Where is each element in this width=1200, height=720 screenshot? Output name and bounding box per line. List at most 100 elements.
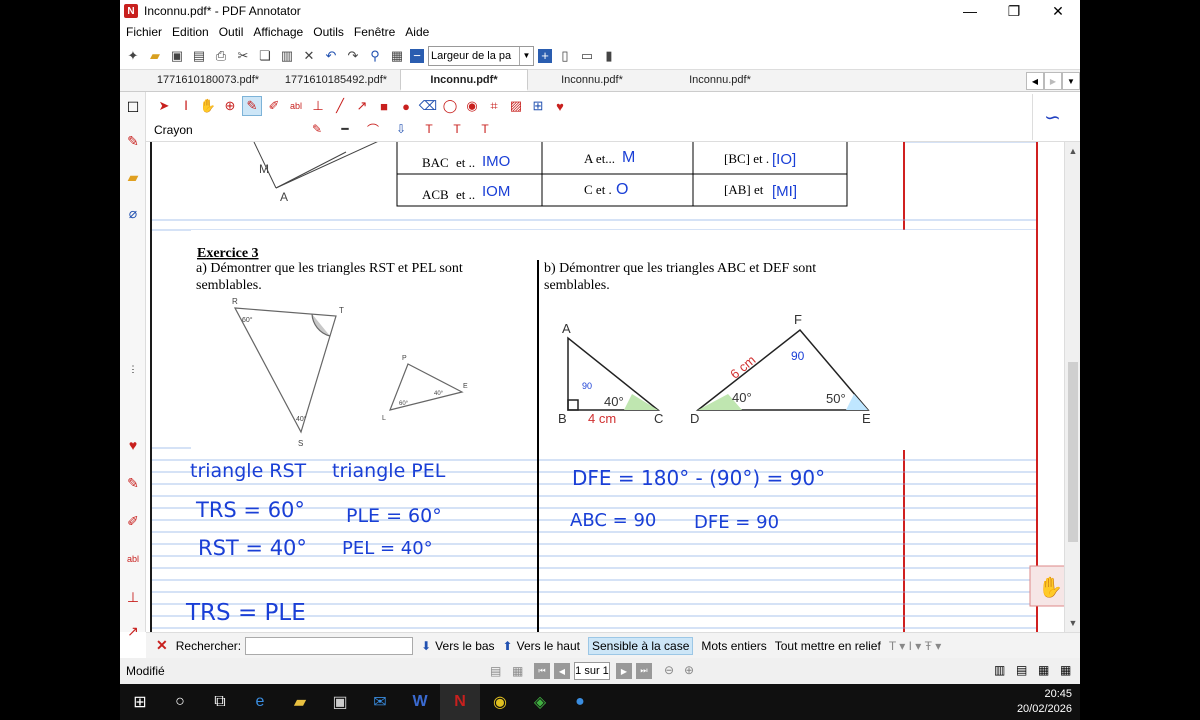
undo-icon[interactable]: ↶ [322, 47, 340, 65]
text-bold-icon[interactable]: T [418, 120, 440, 138]
previous-page-icon[interactable]: ◀ [554, 663, 570, 679]
zoom-select[interactable]: Largeur de la pa ▼ [428, 45, 534, 66]
select-arrow-icon[interactable]: ➤ [154, 96, 174, 116]
windows-start-icon[interactable]: ⊞ [120, 684, 160, 720]
curve-style-icon[interactable]: ⌒ [362, 120, 384, 138]
redo-icon[interactable]: ↷ [344, 47, 362, 65]
minimize-button[interactable]: — [948, 0, 992, 22]
next-page-icon[interactable]: ▶ [616, 663, 632, 679]
typewriter-icon[interactable]: abl [286, 96, 306, 116]
close-search-icon[interactable]: ✕ [156, 637, 168, 654]
attachment-icon[interactable]: ⌀ [124, 204, 142, 222]
pdf-annotator-taskbar-icon[interactable]: N [440, 684, 480, 720]
scroll-down-icon[interactable]: ▼ [1065, 616, 1080, 630]
layout-grid-icon[interactable]: ▦ [1060, 663, 1071, 677]
word-icon[interactable]: W [400, 684, 440, 720]
lasso-icon[interactable]: ◯ [440, 96, 460, 116]
single-page-icon[interactable]: ▯ [556, 47, 574, 65]
layout-facing-icon[interactable]: ▦ [1038, 663, 1049, 677]
zoom-app-icon[interactable]: ● [560, 684, 600, 720]
layout-continuous-icon[interactable]: ▤ [1016, 663, 1027, 677]
note-icon[interactable]: ▰ [124, 168, 142, 186]
select-page-icon[interactable]: ☐ [124, 98, 142, 116]
menu-edition[interactable]: Edition [172, 25, 209, 39]
menu-fenetre[interactable]: Fenêtre [354, 25, 395, 39]
add-image-icon[interactable]: ⊞ [528, 96, 548, 116]
menu-aide[interactable]: Aide [405, 25, 429, 39]
zoom-in-icon[interactable]: + [538, 48, 552, 63]
touch-mode-hand-icon[interactable]: ✋ [1038, 575, 1063, 599]
stamp-tool-icon[interactable]: ⊥ [308, 96, 328, 116]
arrow-tool-icon[interactable]: ↗ [352, 96, 372, 116]
tab-list-icon[interactable]: ▼ [1062, 72, 1080, 90]
close-button[interactable]: ✕ [1036, 0, 1080, 22]
paste-icon[interactable]: ▥ [278, 47, 296, 65]
ellipse-icon[interactable]: ● [396, 96, 416, 116]
text-underline-icon[interactable]: T [446, 120, 468, 138]
scrollbar-thumb[interactable] [1068, 362, 1078, 542]
text-box-icon[interactable]: abl [124, 550, 142, 568]
crop-icon[interactable]: ⌗ [484, 96, 504, 116]
drag-handle-icon[interactable]: ⋮ [124, 360, 142, 378]
pressure-icon[interactable]: ⇩ [390, 120, 412, 138]
text-markup-icon[interactable]: T ▾ Ι ▾ Ŧ ▾ [889, 639, 942, 653]
rectangle-icon[interactable]: ■ [374, 96, 394, 116]
menu-affichage[interactable]: Affichage [253, 25, 303, 39]
restore-button[interactable]: ❐ [992, 0, 1036, 22]
delete-icon[interactable]: ✕ [300, 47, 318, 65]
mail-icon[interactable]: ✉ [360, 684, 400, 720]
image-icon[interactable]: ▨ [506, 96, 526, 116]
fit-width-icon[interactable]: ▭ [578, 47, 596, 65]
store-icon[interactable]: ▣ [320, 684, 360, 720]
search-input[interactable] [245, 636, 414, 655]
first-page-icon[interactable]: ⏮ [534, 663, 550, 679]
arrow-icon[interactable]: ↗ [124, 622, 142, 640]
whole-words-toggle[interactable]: Mots entiers [701, 639, 766, 653]
hand-icon[interactable]: ✋ [198, 96, 218, 116]
thumbnail-icon[interactable]: ▦ [512, 664, 523, 678]
save-as-icon[interactable]: ▤ [190, 47, 208, 65]
tab-1771610180073[interactable]: 1771610180073.pdf* [144, 69, 272, 91]
favorites-heart-icon[interactable]: ♥ [550, 96, 570, 116]
tab-inconnu-active[interactable]: Inconnu.pdf* [400, 69, 528, 91]
select-text-icon[interactable]: Ⅰ [176, 96, 196, 116]
cut-icon[interactable]: ✂ [234, 47, 252, 65]
save-icon[interactable]: ▣ [168, 47, 186, 65]
chrome-icon[interactable]: ◉ [480, 684, 520, 720]
line-width-icon[interactable]: ━ [334, 120, 356, 138]
match-case-toggle[interactable]: Sensible à la case [587, 636, 694, 655]
search-circle-icon[interactable]: ○ [160, 684, 200, 720]
search-down-button[interactable]: ⬇ Vers le bas [421, 639, 494, 653]
view-mode-icon[interactable]: ▤ [490, 664, 501, 678]
eraser-icon[interactable]: ⌫ [418, 96, 438, 116]
tab-inconnu-3[interactable]: Inconnu.pdf* [656, 69, 784, 91]
find-icon[interactable]: ⚲ [366, 47, 384, 65]
text-strike-icon[interactable]: T [474, 120, 496, 138]
document-view[interactable]: BAC et .. IMO A et... M [BC] et . [IO] A… [146, 142, 1064, 632]
tab-inconnu-2[interactable]: Inconnu.pdf* [528, 69, 656, 91]
camera-icon[interactable]: ◉ [462, 96, 482, 116]
file-explorer-icon[interactable]: ▰ [280, 684, 320, 720]
zoom-out-icon[interactable]: − [410, 48, 424, 63]
page-indicator[interactable]: 1 sur 1 [574, 662, 610, 680]
signature-icon[interactable]: ∽ [1032, 94, 1072, 140]
print-icon[interactable]: ⎙ [212, 47, 230, 65]
pen-favorite-icon[interactable]: ✎ [124, 132, 142, 150]
tab-scroll-right-icon[interactable]: ▶ [1044, 72, 1062, 90]
zoom-tool-icon[interactable]: ⊕ [220, 96, 240, 116]
menu-fichier[interactable]: Fichier [126, 25, 162, 39]
edge-browser-icon[interactable]: e [240, 684, 280, 720]
forward-icon[interactable]: ⊕ [684, 663, 694, 677]
page-setup-icon[interactable]: ▦ [388, 47, 406, 65]
marker-icon[interactable]: ✐ [124, 512, 142, 530]
highlight-all-toggle[interactable]: Tout mettre en relief [775, 639, 881, 653]
geogebra-icon[interactable]: ◈ [520, 684, 560, 720]
highlighter-icon[interactable]: ✐ [264, 96, 284, 116]
taskbar-clock[interactable]: 20:45 20/02/2026 [1017, 687, 1072, 717]
task-view-icon[interactable]: ⧉ [200, 684, 240, 720]
vertical-scrollbar[interactable]: ▲ ▼ [1064, 142, 1080, 632]
open-folder-icon[interactable]: ▰ [146, 47, 164, 65]
tab-scroll-left-icon[interactable]: ◀ [1026, 72, 1044, 90]
pencil-icon[interactable]: ✎ [124, 474, 142, 492]
fullscreen-icon[interactable]: ▮ [600, 47, 618, 65]
